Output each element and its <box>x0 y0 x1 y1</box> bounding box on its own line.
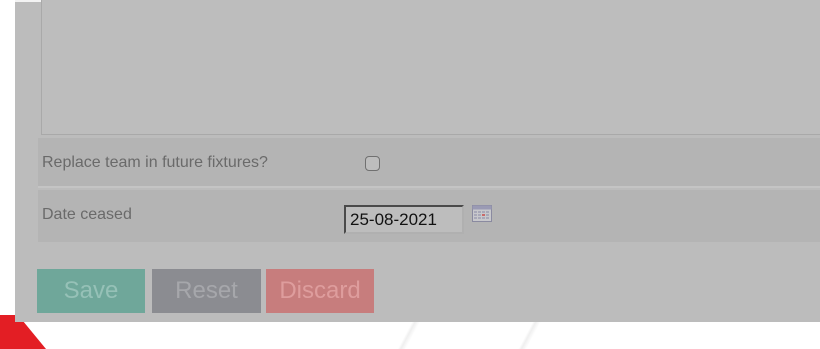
notes-textarea[interactable] <box>41 0 820 135</box>
form-row-replace-team: Replace team in future fixtures? <box>38 138 820 188</box>
modal-overlay-panel: Replace team in future fixtures? Date ce… <box>15 0 820 322</box>
replace-team-checkbox[interactable] <box>365 156 380 171</box>
date-ceased-input[interactable]: 25-08-2021 <box>344 205 464 234</box>
calendar-icon[interactable] <box>472 205 492 222</box>
discard-button[interactable]: Discard <box>266 269 374 313</box>
form-row-date-ceased: Date ceased 25-08-2021 <box>38 190 820 242</box>
replace-team-label: Replace team in future fixtures? <box>42 154 268 171</box>
reset-button[interactable]: Reset <box>152 269 261 313</box>
date-ceased-label: Date ceased <box>42 206 132 223</box>
page: Replace team in future fixtures? Date ce… <box>0 0 820 349</box>
save-button[interactable]: Save <box>37 269 145 313</box>
